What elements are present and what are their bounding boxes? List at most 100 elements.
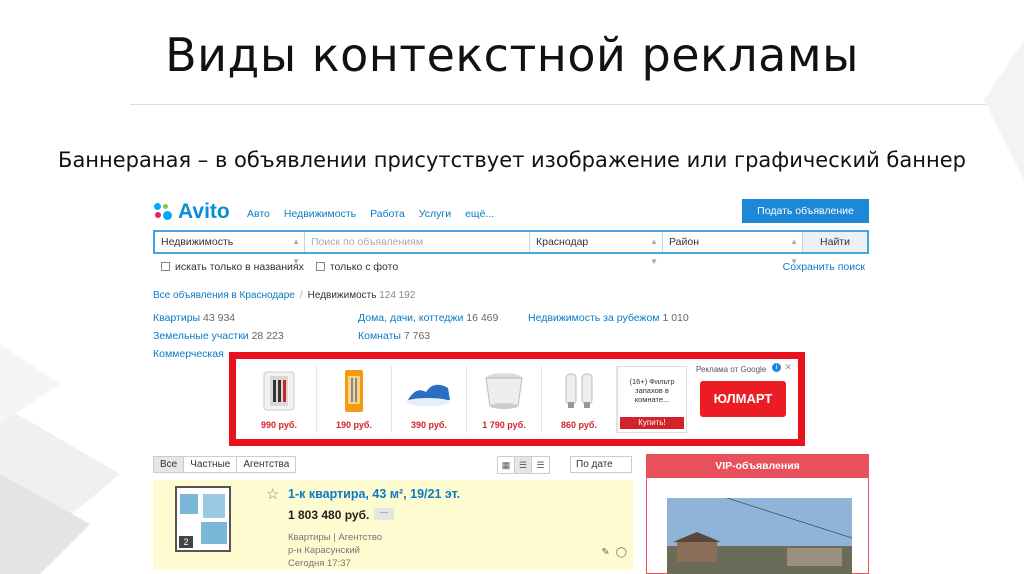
category-count: 7 763 — [403, 330, 431, 342]
banner-products: 990 руб. 190 руб. 390 руб. 1 790 руб. 86… — [242, 366, 687, 433]
avito-dots-icon — [153, 202, 173, 222]
search-options: искать только в названиях только с фото — [161, 261, 398, 273]
category-label: Коммерческая — [153, 348, 224, 360]
checkbox-box[interactable] — [161, 262, 170, 271]
filter-private[interactable]: Частные — [184, 457, 238, 472]
save-search-link[interactable]: Сохранить поиск — [783, 261, 865, 273]
main-nav: Авто Недвижимость Работа Услуги ещё... — [247, 208, 494, 220]
favorite-star-icon[interactable]: ☆ — [266, 485, 279, 503]
breadcrumb-current: Недвижимость — [307, 290, 377, 301]
vip-photo[interactable] — [667, 498, 852, 574]
photo-count-badge: 2 — [179, 536, 193, 548]
text-ad[interactable]: (16+) Фильтр запахов в комнате... Купить… — [617, 366, 687, 433]
listing-date: Сегодня 17:37 — [288, 558, 351, 569]
knife-set-icon — [263, 371, 295, 411]
category-count: 16 469 — [466, 312, 499, 324]
category-label: Дома, дачи, коттеджи — [358, 312, 464, 324]
breadcrumb-sep: / — [299, 290, 303, 301]
floor-plan-thumbnail[interactable]: 2 — [175, 486, 231, 552]
product-card[interactable]: 990 руб. — [242, 366, 317, 433]
category-value: Недвижимость — [161, 236, 234, 248]
category-count: 28 223 — [251, 330, 284, 342]
listing-type: Квартиры | Агентство — [288, 532, 383, 543]
nav-item-realty[interactable]: Недвижимость — [284, 208, 356, 220]
filter-agencies[interactable]: Агентства — [237, 457, 295, 472]
product-price: 860 руб. — [561, 420, 597, 430]
category-label: Квартиры — [153, 312, 201, 324]
category-item[interactable]: Квартиры 43 934 — [153, 312, 235, 324]
area-value: Район — [669, 236, 699, 248]
category-item[interactable]: Коммерческая — [153, 348, 224, 360]
category-count: 43 934 — [203, 312, 236, 324]
category-label: Недвижимость за рубежом — [528, 312, 660, 324]
only-photo-label: только с фото — [329, 261, 399, 273]
product-card[interactable]: 860 руб. — [542, 366, 617, 433]
area-select[interactable]: Район ▲ ▼ — [663, 232, 803, 266]
category-item[interactable]: Комнаты 7 763 — [358, 330, 430, 342]
hide-icon[interactable]: ◯ — [616, 547, 627, 558]
banner-ad[interactable]: 990 руб. 190 руб. 390 руб. 1 790 руб. 86… — [229, 352, 805, 446]
city-select[interactable]: Краснодар ▲ ▼ — [530, 232, 663, 266]
list-view-icon[interactable]: ☰ — [515, 457, 532, 473]
listing-item[interactable]: 2 ☆ 1-к квартира, 43 м², 19/21 эт. 1 803… — [153, 480, 633, 570]
table-view-icon[interactable]: ☰ — [532, 457, 549, 473]
category-item[interactable]: Земельные участки 28 223 — [153, 330, 284, 342]
note-icon[interactable]: ✎ — [601, 547, 609, 558]
category-item[interactable]: Недвижимость за рубежом 1 010 — [528, 312, 689, 324]
logo-text: Avito — [178, 200, 230, 223]
category-count: 1 010 — [662, 312, 689, 324]
foam-pillow-icon — [406, 384, 450, 406]
listing-actions: ✎ ◯ — [601, 547, 627, 558]
slide-subtitle: Баннераная – в объявлении присутствует и… — [58, 148, 966, 172]
title-divider — [130, 104, 1000, 105]
text-ad-copy: (16+) Фильтр запахов в комнате... — [629, 377, 675, 404]
only-titles-checkbox[interactable]: искать только в названиях — [161, 261, 304, 273]
search-input[interactable]: Поиск по объявлениям — [305, 232, 530, 252]
nav-item-more[interactable]: ещё... — [465, 208, 494, 220]
breadcrumb-root[interactable]: Все объявления в Краснодаре — [153, 290, 295, 301]
avito-logo[interactable]: Avito — [153, 200, 230, 224]
product-price: 390 руб. — [411, 420, 447, 430]
vip-header: VIP-объявления — [646, 454, 869, 478]
post-ad-button[interactable]: Подать объявление — [742, 199, 869, 223]
nav-item-auto[interactable]: Авто — [247, 208, 270, 220]
breadcrumb: Все объявления в Краснодаре / Недвижимость… — [153, 290, 415, 301]
listing-title[interactable]: 1-к квартира, 43 м², 19/21 эт. — [288, 487, 460, 501]
listing-meta: Квартиры | Агентство р-н Карасунский Сег… — [288, 531, 382, 570]
product-card[interactable]: 190 руб. — [317, 366, 392, 433]
seller-filter: Все Частные Агентства — [153, 456, 297, 473]
product-price: 190 руб. — [336, 420, 372, 430]
avito-screenshot: Avito Авто Недвижимость Работа Услуги ещ… — [145, 190, 875, 574]
listing-price: 1 803 480 руб. — [288, 508, 370, 522]
led-bulbs-icon — [565, 373, 593, 408]
tools-pack-icon — [345, 370, 363, 412]
search-button[interactable]: Найти — [803, 232, 867, 252]
buy-button[interactable]: Купить! — [620, 417, 684, 429]
sort-select[interactable]: По дате — [570, 456, 632, 473]
nav-item-jobs[interactable]: Работа — [370, 208, 405, 220]
category-select[interactable]: Недвижимость ▲ ▼ — [155, 232, 305, 266]
product-card[interactable]: 390 руб. — [392, 366, 467, 433]
product-price: 1 790 руб. — [482, 420, 526, 430]
ulmart-logo[interactable]: ЮЛМАРТ — [700, 381, 786, 417]
category-item[interactable]: Дома, дачи, коттеджи 16 469 — [358, 312, 498, 324]
search-bar: Недвижимость ▲ ▼ Поиск по объявлениям Крас… — [153, 230, 869, 266]
google-ad-block: Реклама от Google i ✕ ЮЛМАРТ — [696, 362, 792, 433]
checkbox-box[interactable] — [315, 262, 325, 271]
view-mode-toggle: ▦ ☰ ☰ — [497, 456, 550, 474]
product-card[interactable]: 1 790 руб. — [467, 366, 542, 433]
filter-all[interactable]: Все — [154, 457, 185, 472]
close-icon[interactable]: ✕ — [784, 362, 792, 373]
select-arrow-icon: ▲ ▼ — [650, 237, 658, 266]
nav-item-services[interactable]: Услуги — [419, 208, 451, 220]
breadcrumb-count: 124 192 — [379, 290, 416, 301]
grid-view-icon[interactable]: ▦ — [498, 457, 515, 473]
only-photo-checkbox[interactable]: только с фото — [315, 261, 399, 273]
city-value: Краснодар — [536, 236, 589, 248]
vip-listing[interactable] — [646, 478, 869, 574]
category-label: Комнаты — [358, 330, 401, 342]
info-icon[interactable]: i — [772, 363, 781, 372]
more-button[interactable]: ··· — [374, 508, 394, 520]
steamer-icon — [485, 373, 523, 409]
category-label: Земельные участки — [153, 330, 249, 342]
